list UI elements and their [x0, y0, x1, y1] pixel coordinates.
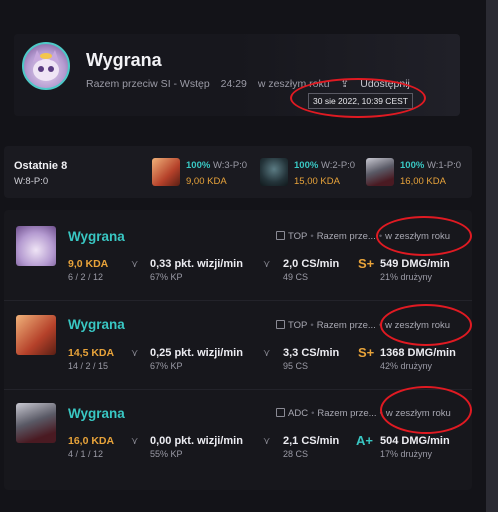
ward-icon: ⋎: [131, 436, 139, 447]
scrollbar-track[interactable]: [486, 0, 498, 512]
champion-kda: 9,00 KDA: [186, 176, 227, 187]
damage-share: 42% drużyny: [380, 361, 433, 371]
champion-kda: 15,00 KDA: [294, 176, 340, 187]
queue-label: Razem przeciw SI - Wstęp: [86, 78, 210, 90]
highlight-ring: [376, 216, 472, 256]
recent-summary: [4, 146, 472, 198]
minion-icon: ⋎: [263, 436, 271, 447]
champion-avatar: [22, 42, 70, 90]
role-icon: [276, 408, 285, 417]
game-result: Wygrana: [68, 229, 125, 244]
game-kda: 16,0 KDA: [68, 435, 115, 447]
champion-icon[interactable]: [366, 158, 394, 186]
damage-stat: 1368 DMG/min: [380, 347, 456, 359]
role-icon: [276, 231, 285, 240]
game-kda: 9,0 KDA: [68, 258, 109, 270]
champion-winrate: 100% W:2-P:0: [294, 160, 356, 171]
minion-icon: ⋎: [263, 348, 271, 359]
champion-winrate: 100% W:3-P:0: [186, 160, 248, 171]
cs-total: 49 CS: [283, 272, 309, 282]
kp-stat: 55% KP: [150, 449, 183, 459]
summary-record: W:8-P:0: [14, 176, 49, 187]
highlight-ring: [380, 386, 472, 434]
cs-total: 95 CS: [283, 361, 309, 371]
vision-stat: 0,25 pkt. wizji/min: [150, 347, 243, 359]
champion-kda: 16,00 KDA: [400, 176, 446, 187]
champion-avatar: [16, 315, 56, 355]
champion-winrate: 100% W:1-P:0: [400, 160, 462, 171]
damage-share: 21% drużyny: [380, 272, 433, 282]
match-result-title: Wygrana: [86, 50, 162, 70]
champion-avatar: [16, 226, 56, 266]
minion-icon: ⋎: [263, 259, 271, 270]
game-kda-line: 4 / 1 / 12: [68, 449, 104, 459]
cs-stat: 2,1 CS/min: [283, 435, 340, 447]
game-result: Wygrana: [68, 317, 125, 332]
vision-stat: 0,33 pkt. wizji/min: [150, 258, 243, 270]
cs-total: 28 CS: [283, 449, 309, 459]
game-kda-line: 6 / 2 / 12: [68, 272, 104, 282]
damage-stat: 504 DMG/min: [380, 435, 450, 447]
game-kda-line: 14 / 2 / 15: [68, 361, 109, 371]
ward-icon: ⋎: [131, 348, 139, 359]
champion-icon[interactable]: [260, 158, 288, 186]
role-icon: [276, 320, 285, 329]
highlight-ring: [380, 304, 472, 346]
highlight-ring: [290, 78, 426, 118]
ward-icon: ⋎: [131, 259, 139, 270]
kp-stat: 67% KP: [150, 272, 183, 282]
grade-badge: S+: [358, 345, 375, 360]
champion-avatar: [16, 403, 56, 443]
game-kda: 14,5 KDA: [68, 347, 115, 359]
damage-stat: 549 DMG/min: [380, 258, 450, 270]
duration-label: 24:29: [220, 78, 247, 90]
cs-stat: 3,3 CS/min: [283, 347, 340, 359]
game-result: Wygrana: [68, 406, 125, 421]
grade-badge: A+: [356, 433, 373, 448]
grade-badge: S+: [358, 256, 375, 271]
cs-stat: 2,0 CS/min: [283, 258, 340, 270]
vision-stat: 0,00 pkt. wizji/min: [150, 435, 243, 447]
damage-share: 17% drużyny: [380, 449, 433, 459]
kp-stat: 67% KP: [150, 361, 183, 371]
summary-title: Ostatnie 8: [14, 160, 68, 172]
champion-icon[interactable]: [152, 158, 180, 186]
